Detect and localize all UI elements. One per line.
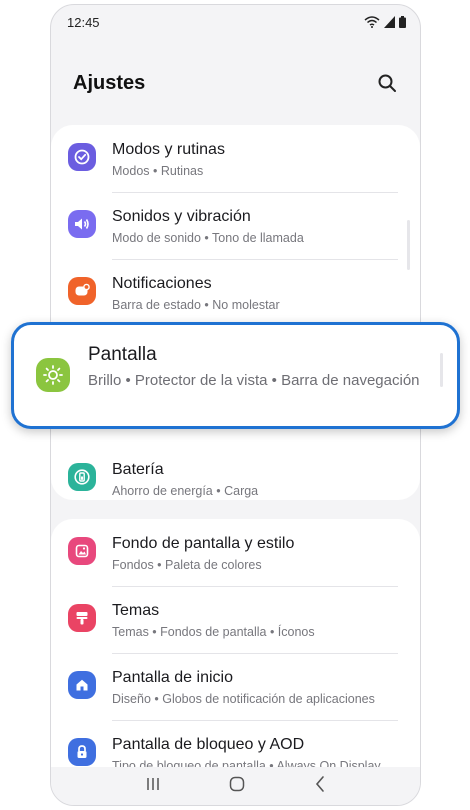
wallpaper-icon [68, 537, 96, 565]
settings-item-battery[interactable]: Batería Ahorro de energía • Carga [51, 445, 420, 511]
item-title: Batería [112, 461, 164, 478]
home-button[interactable] [228, 775, 246, 798]
item-title: Temas [112, 602, 160, 619]
settings-item-sounds[interactable]: Sonidos y vibración Modo de sonido • Ton… [51, 192, 420, 258]
settings-item-notifications[interactable]: Notificaciones Barra de estado • No mole… [51, 259, 420, 325]
settings-group-2: Fondo de pantalla y estilo Fondos • Pale… [51, 519, 420, 779]
settings-item-home-screen[interactable]: Pantalla de inicio Diseño • Globos de no… [51, 653, 420, 719]
item-title: Modos y rutinas [112, 141, 225, 158]
item-title: Fondo de pantalla y estilo [112, 535, 295, 552]
search-button[interactable] [372, 68, 402, 98]
item-title: Pantalla de bloqueo y AOD [112, 736, 305, 753]
back-button[interactable] [313, 775, 327, 798]
home-screen-icon [68, 671, 96, 699]
modes-routines-icon [68, 143, 96, 171]
status-time: 12:45 [67, 14, 100, 30]
page-title: Ajustes [73, 71, 146, 94]
item-title: Pantalla [88, 344, 157, 365]
scrollbar[interactable] [440, 353, 443, 387]
item-title: Sonidos y vibración [112, 208, 251, 225]
navigation-bar [51, 767, 420, 805]
settings-item-wallpaper-style[interactable]: Fondo de pantalla y estilo Fondos • Pale… [51, 519, 420, 585]
item-subtitle: Temas • Fondos de pantalla • Íconos [112, 625, 315, 639]
wifi-icon [364, 16, 380, 28]
themes-icon [68, 604, 96, 632]
recent-apps-icon [147, 777, 159, 790]
item-title: Pantalla de inicio [112, 669, 233, 686]
battery-icon [68, 463, 96, 491]
battery-status-icon [399, 16, 406, 28]
notifications-icon [68, 277, 96, 305]
settings-item-modes-routines[interactable]: Modos y rutinas Modos • Rutinas [51, 125, 420, 191]
item-subtitle: Diseño • Globos de notificación de aplic… [112, 692, 375, 706]
item-subtitle: Fondos • Paleta de colores [112, 558, 262, 572]
item-subtitle: Modo de sonido • Tono de llamada [112, 231, 304, 245]
search-icon [378, 74, 396, 92]
recent-apps-button[interactable] [144, 776, 162, 797]
display-brightness-icon [36, 358, 70, 392]
lock-screen-icon [68, 738, 96, 766]
status-bar: 12:45 [51, 5, 420, 39]
settings-group-1: Modos y rutinas Modos • Rutinas Sonidos … [51, 125, 420, 500]
settings-item-themes[interactable]: Temas Temas • Fondos de pantalla • Ícono… [51, 586, 420, 652]
header: Ajustes [51, 61, 420, 105]
item-subtitle: Ahorro de energía • Carga [112, 484, 259, 498]
item-subtitle: Modos • Rutinas [112, 164, 204, 178]
status-icons [364, 16, 406, 28]
settings-item-display[interactable]: Pantalla Brillo • Protector de la vista … [11, 322, 460, 429]
home-nav-icon [230, 776, 245, 791]
signal-icon [384, 16, 395, 28]
back-icon [315, 775, 324, 792]
item-title: Notificaciones [112, 275, 212, 292]
sound-icon [68, 210, 96, 238]
item-subtitle: Brillo • Protector de la vista • Barra d… [88, 372, 420, 389]
item-subtitle: Barra de estado • No molestar [112, 298, 280, 312]
